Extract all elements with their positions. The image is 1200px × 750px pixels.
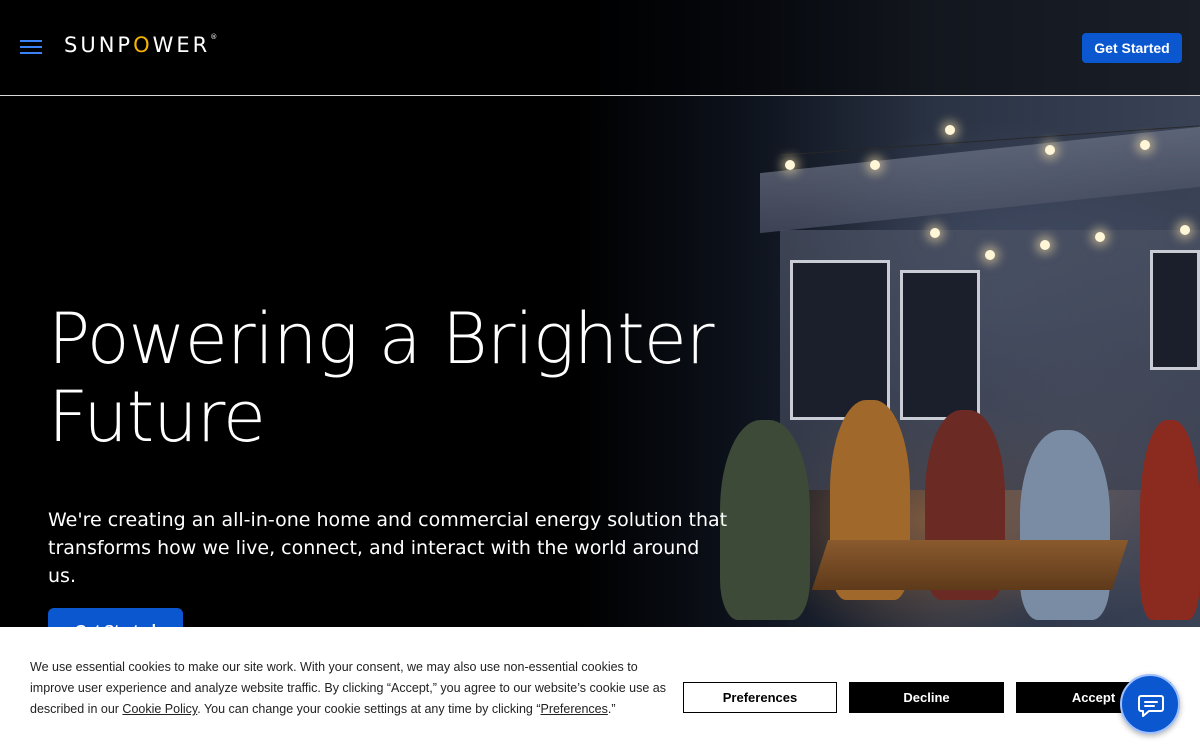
hero-subtitle: We're creating an all-in-one home and co…: [48, 506, 728, 590]
hero-image-window: [900, 270, 980, 420]
hero-image-light: [1095, 232, 1105, 242]
hero-image-person: [1140, 420, 1200, 620]
hero-image-light: [1045, 145, 1055, 155]
hero-image-light: [1040, 240, 1050, 250]
hero-image-light: [945, 125, 955, 135]
hero-image-light: [870, 160, 880, 170]
hamburger-menu-icon[interactable]: [20, 36, 44, 58]
sunpower-logo[interactable]: SUNPOWER®: [64, 33, 217, 57]
hero-image-window: [1150, 250, 1200, 370]
cookie-preferences-link[interactable]: Preferences: [540, 702, 607, 716]
cookie-preferences-button[interactable]: Preferences: [683, 682, 837, 713]
cookie-consent-text: We use essential cookies to make our sit…: [30, 660, 666, 716]
hero-subtitle-line-1: We're creating an all-in-one home and co…: [48, 509, 728, 531]
hero-image-person: [1020, 430, 1110, 620]
hero-image-dining-table: [811, 540, 1129, 590]
hero-image-light: [985, 250, 995, 260]
site-header: SUNPOWER® Get Started: [0, 0, 1200, 96]
cookie-consent-banner: We use essential cookies to make our sit…: [0, 627, 1200, 750]
hero-image-window: [790, 260, 890, 420]
header-get-started-button[interactable]: Get Started: [1082, 33, 1182, 63]
chat-bubble-icon[interactable]: [1120, 674, 1180, 734]
chat-bubble-icon-glyph: [1138, 695, 1164, 717]
hero-image-light: [930, 228, 940, 238]
hero-title: Powering a Brighter Future: [48, 300, 748, 456]
cookie-decline-button[interactable]: Decline: [849, 682, 1004, 713]
hero-title-line-1: Powering a Brighter: [48, 298, 715, 380]
hero-image-light: [1140, 140, 1150, 150]
hero-image-light: [785, 160, 795, 170]
cookie-policy-link[interactable]: Cookie Policy: [122, 702, 197, 716]
hero-image-light: [1180, 225, 1190, 235]
hero-title-line-2: Future: [48, 376, 266, 458]
hero-subtitle-line-2: transforms how we live, connect, and int…: [48, 537, 700, 587]
